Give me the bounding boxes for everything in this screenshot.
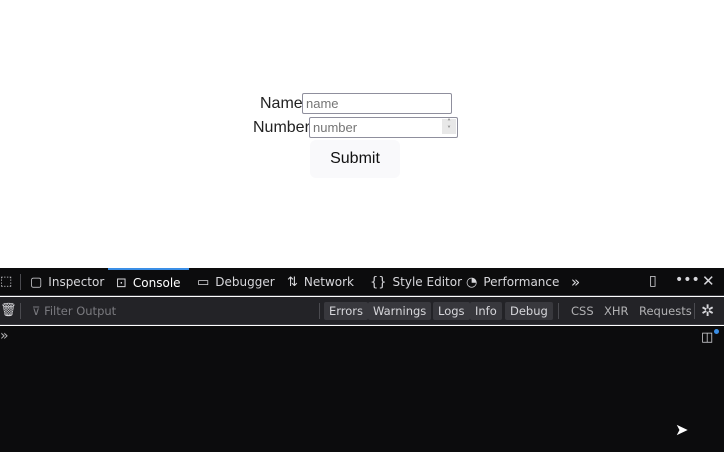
number-input[interactable] [309,117,458,138]
inspector-icon: ▢ [30,274,43,290]
element-picker-icon[interactable]: ⬚ [0,274,12,289]
filter-requests[interactable]: Requests [639,302,692,320]
sidebar-toggle-icon[interactable]: ◫ [701,330,713,345]
filter-css[interactable]: CSS [571,302,594,320]
filter-info[interactable]: Info [470,302,502,320]
number-label: Number [253,119,310,136]
mouse-cursor-icon: ➤ [675,420,689,439]
debugger-icon: ▭ [197,274,210,290]
notification-dot [714,329,719,334]
console-filter-bar: 🗑 ⊽ Filter Output Errors Warnings Logs I… [0,297,724,325]
tab-network[interactable]: ⇅ Network [287,268,354,296]
filter-icon: ⊽ [32,304,45,318]
performance-icon: ◔ [466,274,478,290]
console-output: » ◫ ➤ [0,326,724,452]
web-page: Name Number ˄˅ Submit [0,0,724,268]
more-tabs-icon[interactable]: » [571,273,580,291]
submit-button[interactable]: Submit [310,140,400,178]
console-icon: ⊡ [116,275,127,291]
filter-logs[interactable]: Logs [433,302,470,320]
tab-debugger[interactable]: ▭ Debugger [197,268,275,296]
more-options-icon[interactable]: ••• [675,272,700,288]
name-label: Name [260,95,303,112]
filter-xhr[interactable]: XHR [604,302,629,320]
tab-inspector[interactable]: ▢ Inspector [30,268,104,296]
responsive-mode-icon[interactable]: ▯ [649,273,657,289]
filter-warnings[interactable]: Warnings [368,302,432,320]
tab-performance[interactable]: ◔ Performance [466,268,559,296]
number-field[interactable]: ˄˅ [309,117,458,138]
filter-debug[interactable]: Debug [505,302,553,320]
tab-console[interactable]: ⊡ Console [108,268,189,296]
filter-input[interactable]: ⊽ Filter Output [32,302,116,320]
devtools-toolbar: ⬚ ▢ Inspector ⊡ Console ▭ Debugger ⇅ Network… [0,268,724,296]
settings-gear-icon[interactable]: ✲ [701,301,714,320]
tab-style-editor[interactable]: {} Style Editor [370,268,462,296]
name-input[interactable] [302,93,452,114]
filter-errors[interactable]: Errors [324,302,369,320]
close-icon[interactable]: ✕ [702,272,715,290]
trash-icon[interactable]: 🗑 [0,303,17,318]
spinner-icon[interactable]: ˄ ˅ [442,119,456,134]
console-input[interactable] [0,329,690,345]
network-icon: ⇅ [287,274,298,290]
style-editor-icon: {} [370,274,387,290]
